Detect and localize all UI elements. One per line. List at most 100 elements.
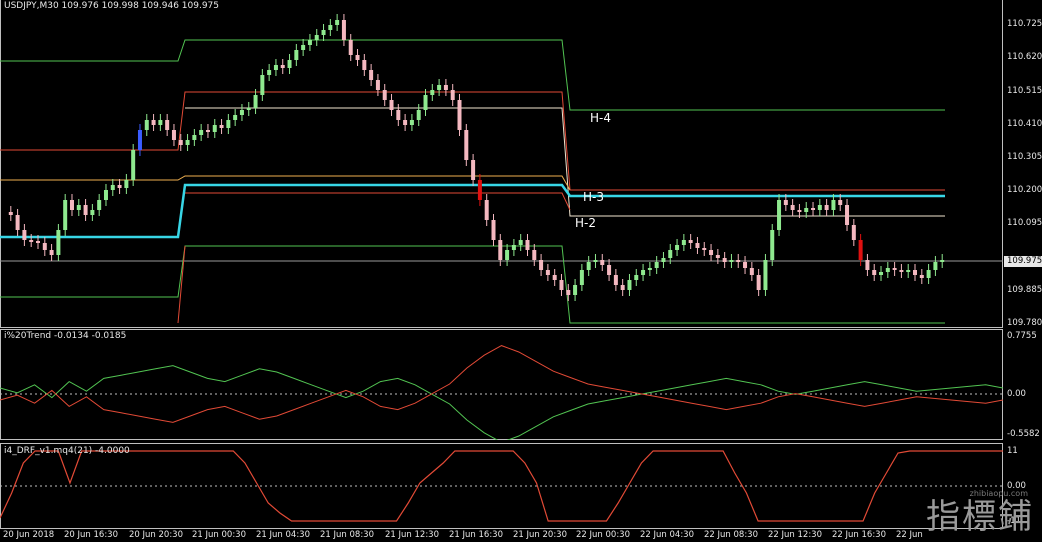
- time-axis-label: 22 Jun 16:30: [832, 530, 886, 540]
- candle-body: [885, 268, 890, 272]
- candle-body: [539, 260, 544, 270]
- candle-body: [35, 241, 40, 243]
- candle-body: [103, 190, 108, 200]
- candle-body: [749, 268, 754, 275]
- candle-body: [919, 275, 924, 278]
- trend-axis-tick: 0.7755: [1007, 331, 1037, 341]
- candle-body: [865, 260, 870, 270]
- candle-body: [709, 250, 714, 255]
- candle-body: [892, 268, 897, 270]
- candle-body: [518, 240, 523, 245]
- candle-body: [729, 260, 734, 262]
- candle-body: [484, 200, 489, 220]
- time-axis-label: 22 Jun 12:30: [768, 530, 822, 540]
- candle-body: [42, 243, 47, 250]
- candle-body: [321, 30, 326, 35]
- candle-body: [403, 120, 408, 125]
- candle-body: [76, 205, 81, 210]
- candle-body: [593, 260, 598, 262]
- candle-body: [369, 70, 374, 80]
- candle-body: [185, 140, 190, 145]
- level-line-h4-green: [0, 39, 945, 111]
- candle-body: [532, 250, 537, 260]
- price-tick: 110.095: [1007, 218, 1042, 228]
- candle-body: [171, 130, 176, 140]
- candle-body: [450, 90, 455, 100]
- price-tick: 110.200: [1007, 185, 1042, 195]
- candle-body: [804, 208, 809, 212]
- candle-body: [8, 212, 13, 215]
- candle-body: [165, 120, 170, 130]
- candle-body: [607, 265, 612, 275]
- candle-body: [253, 95, 258, 108]
- trend-axis-tick: 0.00: [1007, 389, 1026, 399]
- candle-body: [409, 120, 414, 125]
- price-tick: 110.305: [1007, 152, 1042, 162]
- candle-body: [906, 270, 911, 272]
- candle-body: [83, 205, 88, 215]
- candle-body: [743, 262, 748, 268]
- candle-body: [797, 210, 802, 212]
- candle-body: [205, 130, 210, 132]
- candle-body: [199, 130, 204, 135]
- candle-body: [280, 65, 285, 68]
- candle-body: [423, 95, 428, 110]
- candle-body: [219, 125, 224, 128]
- candle-body: [301, 45, 306, 50]
- level-line-orange: [0, 175, 571, 191]
- trend-indicator-svg[interactable]: [0, 329, 1003, 440]
- candle-body: [307, 40, 312, 45]
- candle-body: [770, 230, 775, 260]
- candle-body: [661, 258, 666, 262]
- main-chart-header: USDJPY,M30 109.976 109.998 109.946 109.9…: [4, 1, 220, 11]
- time-axis-label: 22 Jun 08:30: [704, 530, 758, 540]
- candle-body: [90, 210, 95, 215]
- watermark-logo: 指標鋪: [926, 497, 1034, 537]
- candle-body: [586, 262, 591, 270]
- candle-body: [287, 60, 292, 68]
- candle-body: [97, 200, 102, 210]
- drf-indicator-svg[interactable]: [0, 443, 1003, 529]
- candle-body: [416, 110, 421, 120]
- candle-body: [695, 243, 700, 248]
- price-axis[interactable]: [1003, 0, 1042, 328]
- time-axis-label: 20 Jun 16:30: [64, 530, 118, 540]
- candle-body: [144, 120, 149, 130]
- candle-body: [56, 230, 61, 255]
- time-axis-label: 21 Jun 16:30: [449, 530, 503, 540]
- candle-body: [552, 275, 557, 280]
- candle-body: [110, 185, 115, 190]
- time-axis-label: 21 Jun 12:30: [385, 530, 439, 540]
- time-axis-label: 21 Jun 00:30: [192, 530, 246, 540]
- candle-body: [192, 135, 197, 140]
- candle-body: [328, 25, 333, 30]
- time-axis-label: 20 Jun 2018: [3, 530, 55, 540]
- candle-body: [294, 50, 299, 60]
- candle-body: [430, 90, 435, 95]
- candle-body: [845, 205, 850, 225]
- candle-body: [375, 80, 380, 90]
- time-axis-label: 20 Jun 20:30: [129, 530, 183, 540]
- candle-body: [899, 270, 904, 272]
- candle-body: [940, 260, 945, 262]
- candle-body: [124, 180, 129, 188]
- candle-body: [858, 240, 863, 260]
- candle-body: [443, 85, 448, 90]
- time-axis-label: 22 Jun 04:30: [640, 530, 694, 540]
- candle-body: [579, 270, 584, 285]
- price-tick: 110.515: [1007, 86, 1042, 96]
- candle-body: [525, 240, 530, 250]
- candle-body: [117, 185, 122, 188]
- candle-body: [627, 280, 632, 290]
- candle-body: [913, 270, 918, 275]
- candle-body: [437, 85, 442, 90]
- time-axis-label: 21 Jun 08:30: [320, 530, 374, 540]
- main-chart-svg[interactable]: [0, 0, 1003, 328]
- candle-body: [511, 245, 516, 250]
- candle-body: [233, 115, 238, 120]
- candle-body: [783, 200, 788, 205]
- current-price-label: 109.975: [1004, 256, 1042, 267]
- candle-body: [831, 200, 836, 210]
- candle-body: [69, 200, 74, 210]
- candle-body: [573, 285, 578, 295]
